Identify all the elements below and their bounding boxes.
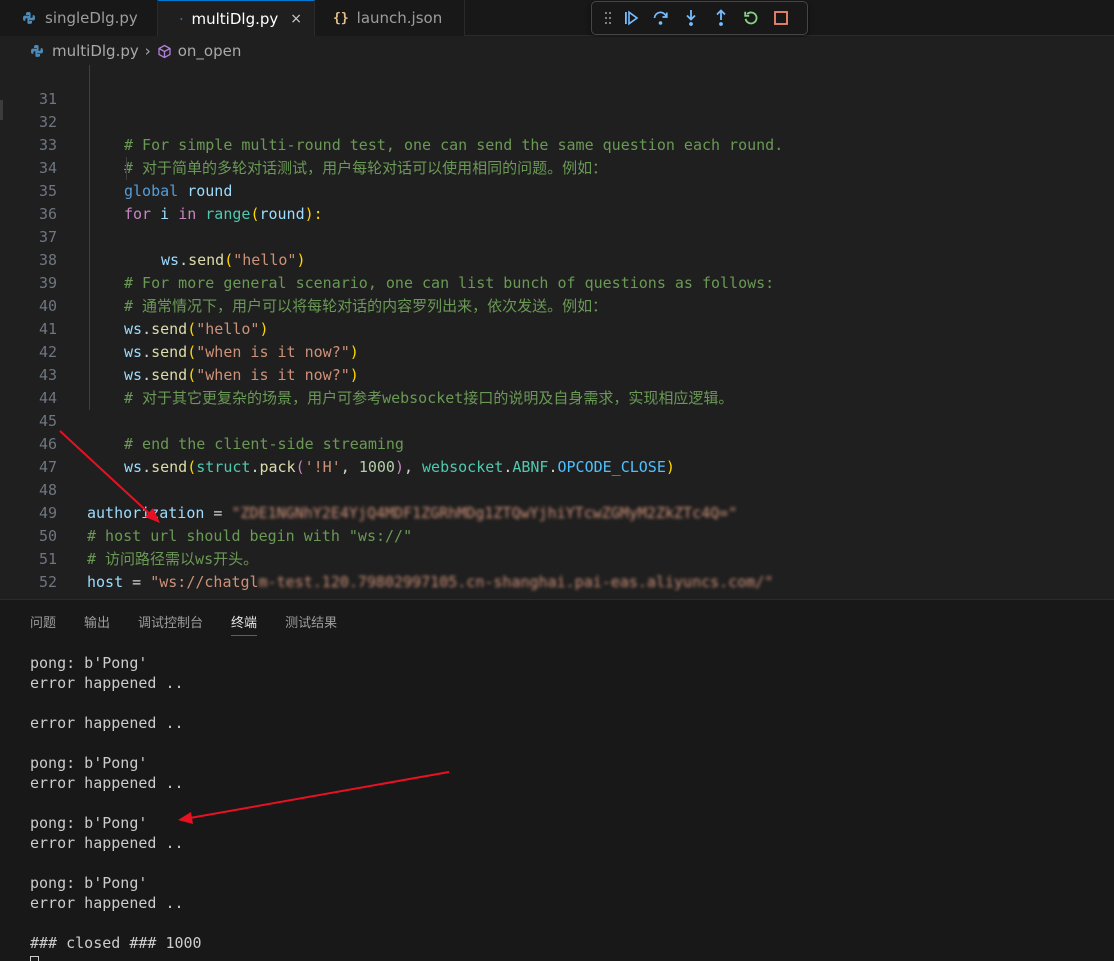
tab-debug-console[interactable]: 调试控制台 — [138, 612, 203, 636]
python-icon — [180, 17, 183, 20]
indent-guide — [89, 341, 90, 364]
terminal-line: pong: b'Pong' — [30, 754, 148, 772]
tab-label: singleDlg.py — [45, 9, 138, 27]
code-line: 49 # host url should begin with "ws://" — [0, 479, 1114, 545]
indent-guide — [89, 88, 90, 111]
debug-toolbar — [591, 1, 808, 35]
code-line: 41 ws.send("when is it now?") — [0, 295, 1114, 384]
chevron-right-icon: › — [144, 42, 151, 60]
indent-guide — [89, 203, 90, 226]
terminal-line: pong: b'Pong' — [30, 814, 148, 832]
code-line: 47 — [0, 433, 1114, 476]
breadcrumb-symbol[interactable]: on_open — [178, 42, 242, 60]
code-line: 42 # 对于其它更复杂的场景，用户可参考websocket接口的说明及自身需求… — [0, 318, 1114, 407]
indent-guide — [89, 65, 90, 88]
code-line: 43 — [0, 341, 1114, 384]
code-line: 45 ws.send(struct.pack('!H', 1000), webs… — [0, 387, 1114, 476]
editor-tab-bar: singleDlg.py multiDlg.py × {} launch.jso… — [0, 0, 1114, 36]
terminal-cursor — [30, 956, 39, 961]
code-line: 51 host = "ws://chatglm-test.120.7980299… — [0, 525, 1114, 591]
tab-test-results[interactable]: 测试结果 — [285, 612, 337, 636]
code-line: 37 # For more general scenario, one can … — [0, 203, 1114, 292]
code-line: 40 ws.send("when is it now?") — [0, 272, 1114, 361]
indent-guide — [89, 387, 90, 410]
terminal-line: error happened .. — [30, 714, 184, 732]
terminal-cursor-line — [30, 953, 202, 961]
method-cube-icon — [158, 44, 171, 58]
json-icon: {} — [333, 10, 349, 26]
terminal-line: error happened .. — [30, 834, 184, 852]
code-line: 36 — [0, 180, 1114, 223]
code-line: 33 global round — [0, 111, 1114, 200]
code-line: 38 # 通常情况下，用户可以将每轮对话的内容罗列出来，依次发送。例如： — [0, 226, 1114, 315]
indent-guide — [89, 157, 90, 180]
indent-guide — [89, 134, 90, 157]
step-into-icon[interactable] — [676, 5, 706, 31]
tab-singledlg[interactable]: singleDlg.py — [0, 0, 158, 36]
terminal-line: pong: b'Pong' — [30, 654, 148, 672]
tab-launch-json[interactable]: {} launch.json — [315, 0, 465, 36]
code-line: 52 — [0, 548, 1114, 591]
indent-guide — [89, 180, 90, 203]
tab-label: launch.json — [356, 9, 443, 27]
indent-guide — [89, 272, 90, 295]
tab-output[interactable]: 输出 — [84, 612, 110, 636]
indent-guide — [89, 111, 90, 134]
code-line: 35 ws.send("hello") — [0, 157, 1114, 269]
indent-guide — [126, 157, 127, 180]
restart-icon[interactable] — [736, 5, 766, 31]
breadcrumb-file[interactable]: multiDlg.py — [52, 42, 139, 60]
indent-guide — [89, 295, 90, 318]
indent-guide — [89, 318, 90, 341]
code-line: 54 — [0, 594, 1114, 598]
stop-icon[interactable] — [766, 5, 796, 31]
bottom-panel: 问题 输出 调试控制台 终端 测试结果 pong: b'Pong' error … — [0, 599, 1114, 961]
code-line: 39 ws.send("hello") — [0, 249, 1114, 338]
terminal-line: ### closed ### 1000 — [30, 934, 202, 952]
code-line: 31 # For simple multi-round test, one ca… — [0, 65, 1114, 154]
code-line: 48 authorization = "ZDE1NGNhY2E4YjQ4MDF1… — [0, 456, 1114, 522]
indent-guide — [89, 364, 90, 387]
continue-icon[interactable] — [616, 5, 646, 31]
close-icon[interactable]: × — [290, 11, 302, 27]
tab-multidlg[interactable]: multiDlg.py × — [158, 0, 315, 36]
activity-edge — [0, 100, 3, 120]
tab-label: multiDlg.py — [191, 9, 279, 28]
terminal-line: error happened .. — [30, 894, 184, 912]
code-line: 44 # end the client-side streaming — [0, 364, 1114, 453]
python-icon — [31, 45, 43, 57]
terminal-output[interactable]: pong: b'Pong' error happened .. error ha… — [30, 653, 202, 961]
code-line: 32 # 对于简单的多轮对话测试，用户每轮对话可以使用相同的问题。例如： — [0, 88, 1114, 177]
terminal-line: error happened .. — [30, 774, 184, 792]
code-line: 50 # 访问路径需以ws开头。 — [0, 502, 1114, 568]
code-line: 53 def single_call(on_open_func, on_mess… — [0, 571, 1114, 598]
indent-guide — [89, 249, 90, 272]
step-out-icon[interactable] — [706, 5, 736, 31]
tab-problems[interactable]: 问题 — [30, 612, 56, 636]
code-line: 34 for i in range(round): — [0, 134, 1114, 223]
indent-guide — [89, 226, 90, 249]
breadcrumb: multiDlg.py › on_open — [0, 37, 1114, 65]
tab-terminal[interactable]: 终端 — [231, 612, 258, 636]
drag-handle-icon[interactable] — [600, 5, 616, 31]
code-editor[interactable]: 31 # For simple multi-round test, one ca… — [0, 65, 1114, 598]
code-line: 46 — [0, 410, 1114, 453]
step-over-icon[interactable] — [646, 5, 676, 31]
python-icon — [23, 12, 35, 24]
panel-tabs: 问题 输出 调试控制台 终端 测试结果 — [30, 612, 365, 636]
terminal-line: pong: b'Pong' — [30, 874, 148, 892]
terminal-line: error happened .. — [30, 674, 184, 692]
